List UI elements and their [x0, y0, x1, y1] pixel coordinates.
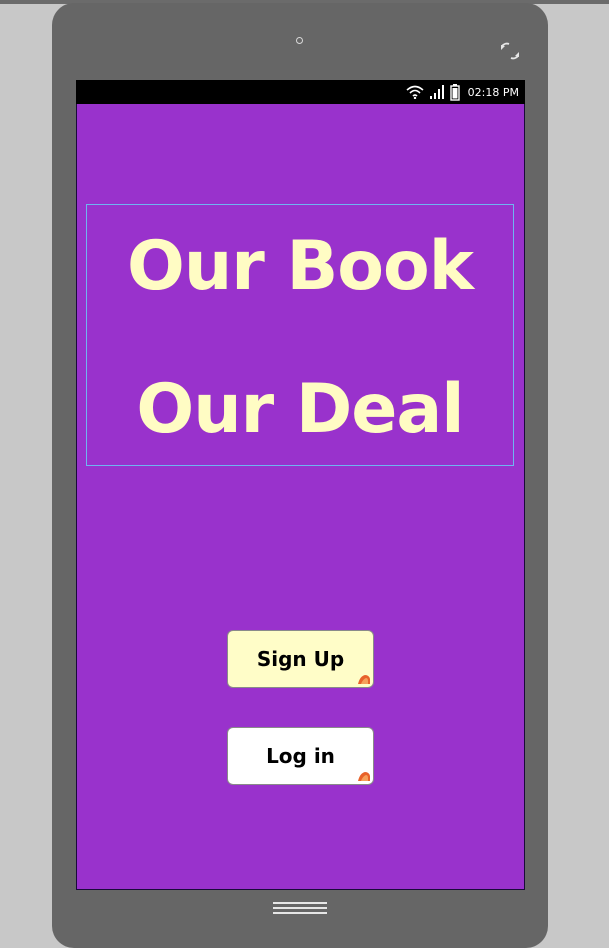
- title-line-2: Our Deal: [136, 370, 464, 449]
- log-in-button[interactable]: Log in: [227, 727, 374, 785]
- sign-up-button[interactable]: Sign Up: [227, 630, 374, 688]
- battery-icon: [449, 83, 460, 101]
- home-menu-icon[interactable]: [273, 900, 327, 916]
- app-screen: Our Book Our Deal Sign Up Log in: [76, 104, 525, 890]
- event-marker-icon: [358, 772, 370, 781]
- title-line-1: Our Book: [127, 227, 474, 306]
- camera-dot-icon: [296, 37, 303, 44]
- rotate-icon[interactable]: [498, 40, 522, 62]
- status-bar: 02:18 PM: [76, 80, 525, 104]
- log-in-label: Log in: [266, 744, 335, 768]
- event-marker-icon: [358, 675, 370, 684]
- signal-icon: [429, 85, 444, 99]
- status-time: 02:18 PM: [467, 85, 519, 99]
- wifi-icon: [406, 85, 424, 99]
- sign-up-label: Sign Up: [256, 647, 345, 671]
- title-container: Our Book Our Deal: [86, 204, 514, 466]
- status-icons: 02:18 PM: [406, 83, 519, 101]
